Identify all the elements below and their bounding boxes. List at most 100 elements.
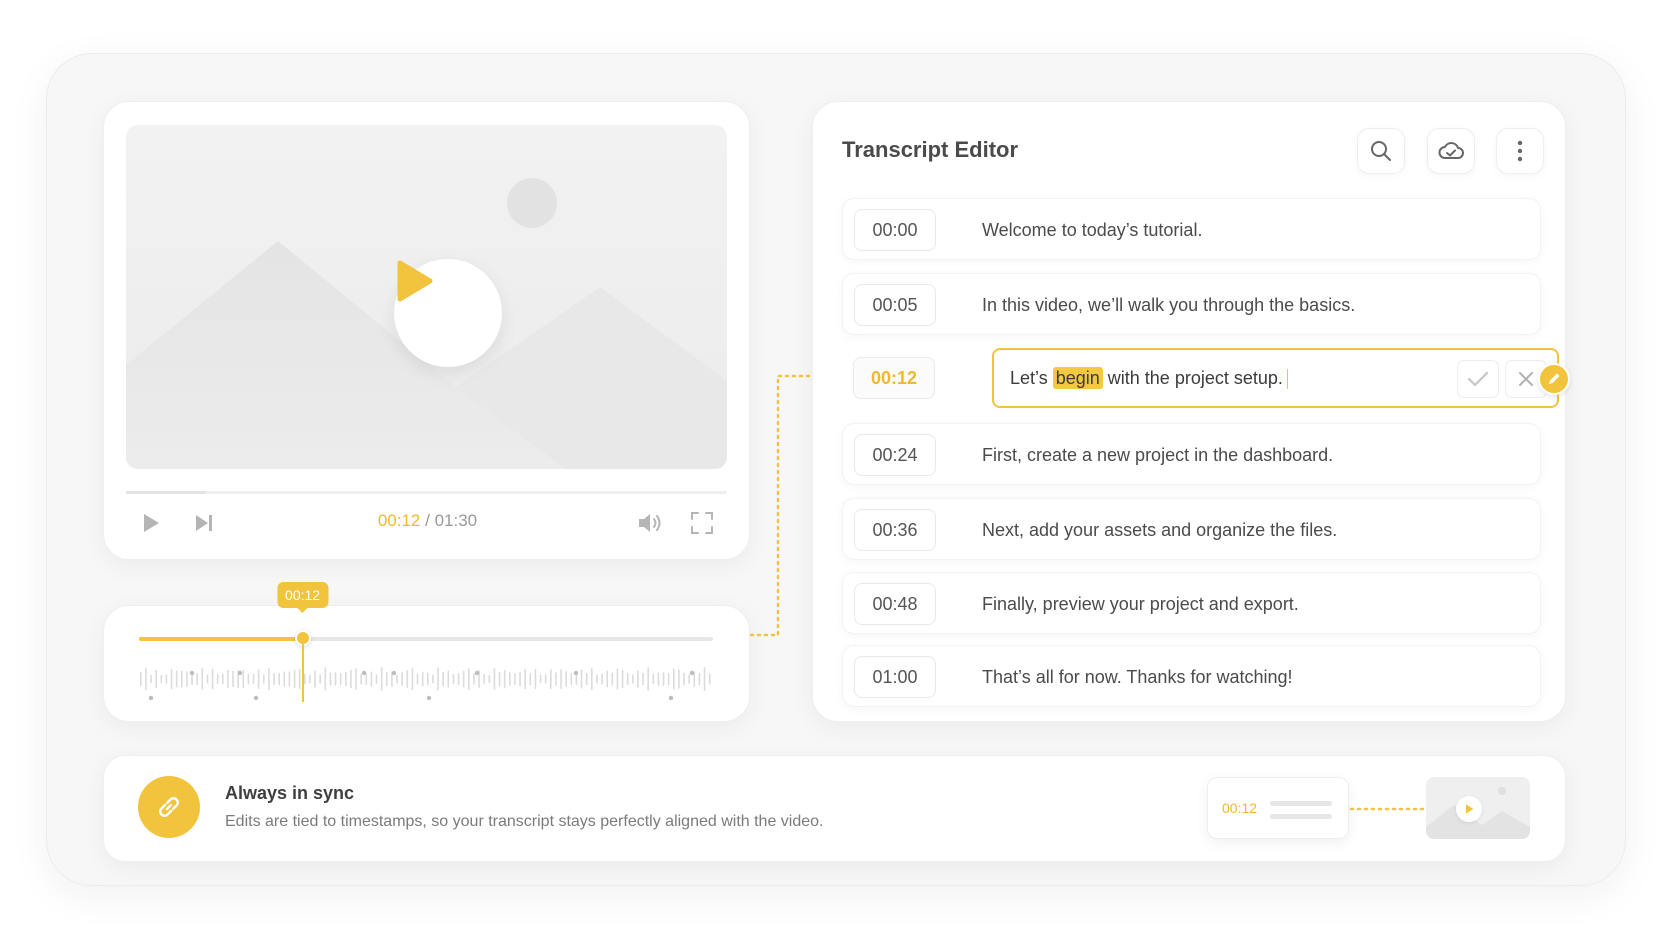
- waveform-bar: [647, 667, 649, 691]
- waveform-bar: [452, 673, 455, 685]
- volume-button[interactable]: [635, 508, 665, 538]
- waveform-bar: [350, 669, 352, 689]
- edit-text-after: with the project setup.: [1107, 368, 1283, 388]
- waveform-bar: [703, 667, 706, 691]
- search-icon: [1371, 141, 1391, 161]
- waveform-bar: [345, 671, 347, 687]
- sync-description: Edits are tied to timestamps, so your tr…: [225, 813, 824, 830]
- waveform-bar: [483, 673, 485, 685]
- waveform-bar: [667, 672, 670, 686]
- sync-info-banner: Always in sync Edits are tied to timesta…: [103, 755, 1566, 862]
- fullscreen-icon: [691, 512, 713, 534]
- timestamp-chip[interactable]: 00:05: [854, 284, 936, 326]
- waveform-bar: [662, 671, 665, 687]
- timeline-track[interactable]: [139, 637, 713, 641]
- video-progress-bar[interactable]: [126, 491, 727, 494]
- timestamp-chip[interactable]: 00:36: [854, 509, 936, 551]
- link-icon: [159, 797, 179, 817]
- waveform-bar: [519, 671, 521, 687]
- close-icon: [1519, 372, 1533, 386]
- waveform-bar: [329, 672, 332, 686]
- timestamp-chip[interactable]: 00:00: [854, 209, 936, 251]
- transcript-row[interactable]: 00:05 In this video, we’ll walk you thro…: [842, 273, 1541, 335]
- transcript-row-active[interactable]: 00:12 Let’s begin with the project setup…: [842, 348, 1559, 410]
- waveform-bar: [411, 667, 414, 691]
- video-thumbnail[interactable]: [126, 125, 727, 469]
- waveform-bar: [319, 674, 321, 684]
- waveform-bar: [652, 673, 655, 685]
- waveform-bar: [293, 669, 296, 689]
- waveform-marker: [253, 695, 259, 701]
- more-options-button[interactable]: [1496, 128, 1544, 174]
- timestamp-chip[interactable]: 01:00: [854, 656, 936, 698]
- transcript-text[interactable]: Finally, preview your project and export…: [982, 573, 1299, 635]
- waveform-bar: [509, 672, 511, 686]
- transcript-row[interactable]: 00:48 Finally, preview your project and …: [842, 572, 1541, 634]
- transcript-text[interactable]: Next, add your assets and organize the f…: [982, 499, 1337, 561]
- more-vertical-icon: [1517, 140, 1523, 162]
- transcript-edit-field[interactable]: Let’s begin with the project setup.: [992, 348, 1559, 408]
- waveform-bar: [283, 671, 286, 687]
- waveform-bar: [339, 672, 342, 686]
- waveform-bar: [222, 673, 224, 685]
- timestamp-chip[interactable]: 00:24: [854, 434, 936, 476]
- waveform-bar: [683, 672, 685, 686]
- waveform-marker: [361, 670, 367, 676]
- transcript-row[interactable]: 00:24 First, create a new project in the…: [842, 423, 1541, 485]
- search-button[interactable]: [1357, 128, 1405, 174]
- transcript-row[interactable]: 00:00 Welcome to today’s tutorial.: [842, 198, 1541, 260]
- highlighted-word: begin: [1052, 367, 1103, 389]
- timestamp-chip[interactable]: 00:48: [854, 583, 936, 625]
- waveform-bar: [570, 673, 573, 685]
- play-button-large[interactable]: [394, 259, 502, 367]
- waveform-bar: [503, 669, 506, 689]
- waveform-marker: [148, 695, 154, 701]
- waveform-bar: [304, 673, 306, 685]
- waveform-bar: [698, 672, 701, 686]
- waveform-bar: [488, 674, 491, 684]
- transcript-row[interactable]: 01:00 That’s all for now. Thanks for wat…: [842, 645, 1541, 707]
- transcript-text[interactable]: In this video, we’ll walk you through th…: [982, 274, 1355, 336]
- waveform-bar: [468, 668, 470, 690]
- transcript-text[interactable]: Welcome to today’s tutorial.: [982, 199, 1202, 261]
- edit-mode-badge[interactable]: [1538, 363, 1570, 395]
- timestamp-chip-active[interactable]: 00:12: [853, 357, 935, 399]
- waveform-bar: [375, 674, 378, 684]
- transcript-text[interactable]: That’s all for now. Thanks for watching!: [982, 646, 1293, 708]
- waveform-bar: [309, 674, 311, 684]
- waveform-bar: [632, 674, 634, 684]
- waveform-bar: [314, 670, 316, 688]
- waveform-bar: [437, 667, 439, 691]
- waveform-bar: [257, 669, 260, 689]
- fullscreen-button[interactable]: [687, 508, 717, 538]
- editor-title: Transcript Editor: [842, 137, 1019, 162]
- sync-title: Always in sync: [225, 783, 355, 803]
- waveform-bar: [268, 667, 270, 691]
- waveform-bar: [688, 674, 690, 684]
- waveform-bar: [611, 672, 614, 686]
- confirm-edit-button[interactable]: [1457, 360, 1499, 398]
- waveform-bar: [155, 669, 157, 689]
- waveform-bar: [145, 667, 147, 691]
- waveform-bar: [447, 670, 450, 688]
- waveform-bar: [473, 673, 475, 685]
- waveform-bar: [201, 668, 204, 690]
- cloud-sync-button[interactable]: [1427, 128, 1475, 174]
- waveform-bar: [160, 674, 163, 684]
- transcript-text[interactable]: First, create a new project in the dashb…: [982, 424, 1333, 486]
- timeline-scrubber: 00:12: [103, 582, 750, 722]
- waveform-marker: [426, 695, 432, 701]
- waveform-bar: [585, 672, 588, 686]
- waveform-bar: [150, 674, 152, 684]
- waveform-bar: [544, 674, 547, 684]
- waveform-bar: [498, 671, 501, 687]
- waveform-marker: [237, 670, 243, 676]
- waveform-bar: [273, 673, 275, 685]
- volume-icon: [639, 514, 661, 532]
- waveform-bar: [616, 668, 619, 690]
- waveform-bar: [252, 674, 255, 684]
- mini-play-button: [1456, 796, 1482, 822]
- waveform-bar: [462, 670, 465, 688]
- transcript-row[interactable]: 00:36 Next, add your assets and organize…: [842, 498, 1541, 560]
- mini-text-line: [1270, 801, 1332, 806]
